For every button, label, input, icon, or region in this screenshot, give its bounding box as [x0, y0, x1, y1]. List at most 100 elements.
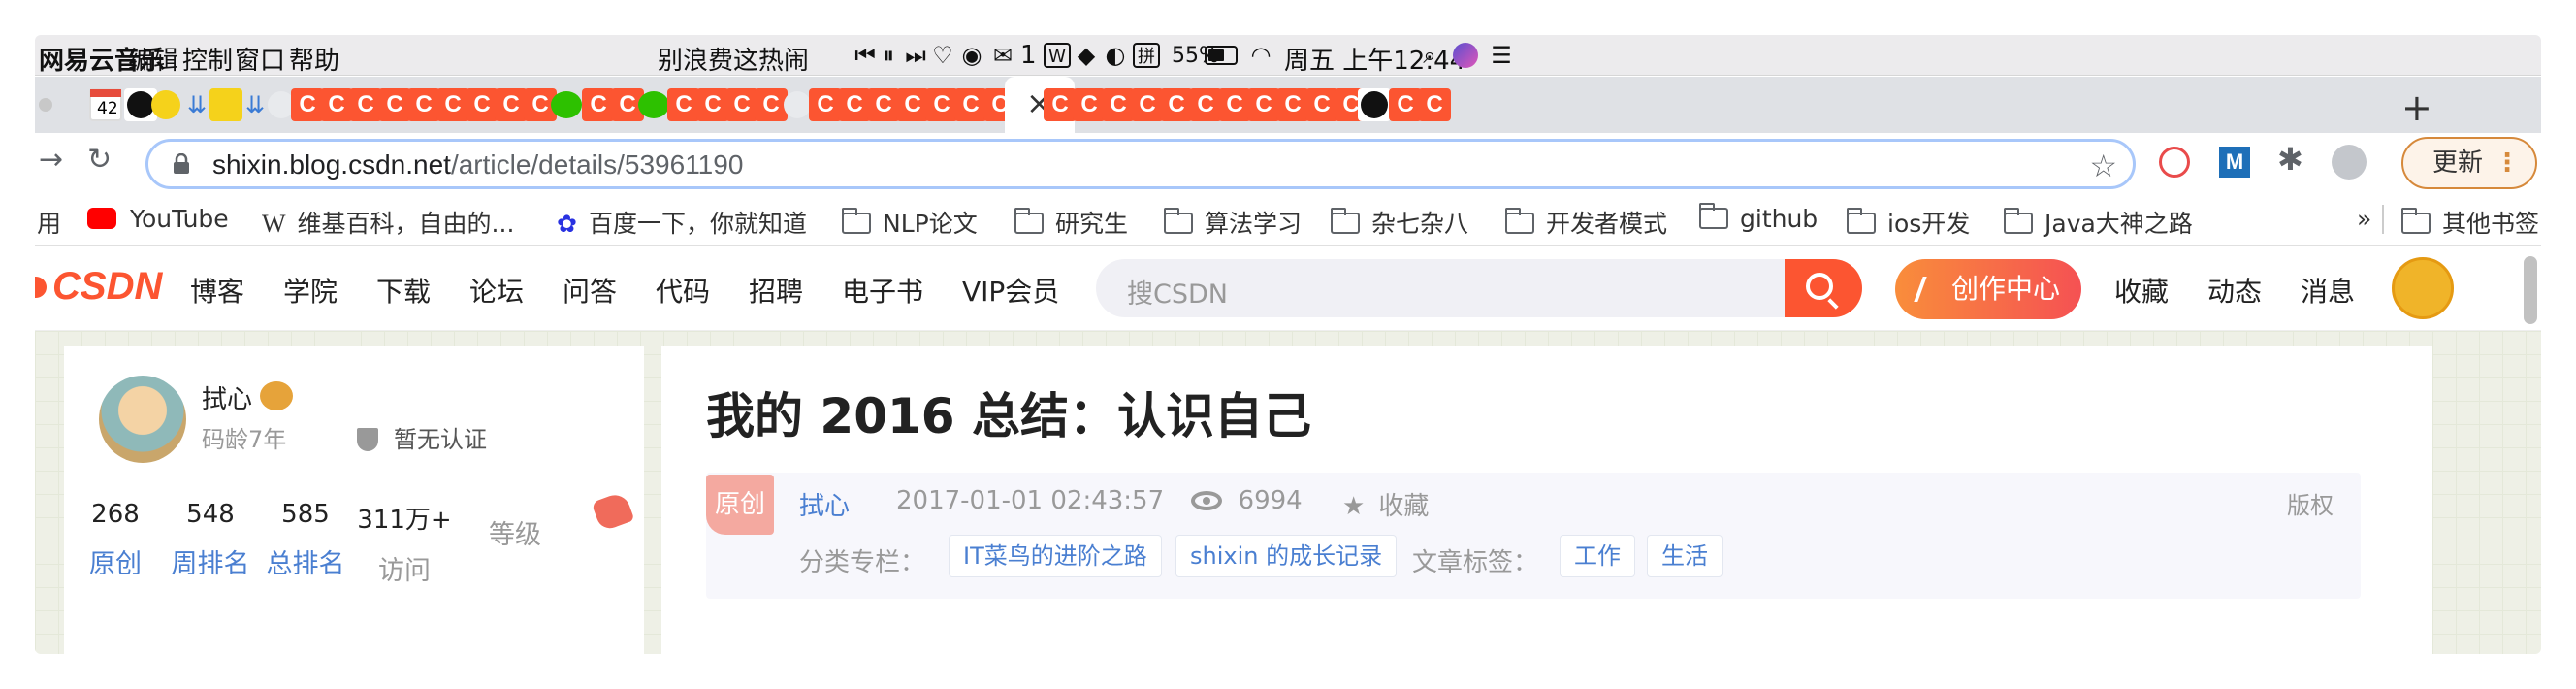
- wifi-icon[interactable]: ◠: [1247, 43, 1274, 68]
- bookmark-wikipedia[interactable]: W 维基百科，自由的...: [262, 205, 514, 240]
- menu-control[interactable]: 控制: [182, 41, 233, 77]
- pause-icon[interactable]: ⏸: [875, 43, 902, 68]
- csdn-tab[interactable]: C: [954, 88, 987, 121]
- more-menu-icon[interactable]: ⋮: [2495, 139, 2520, 187]
- csdn-tab[interactable]: C: [838, 88, 871, 121]
- category-tag[interactable]: shixin 的成长记录: [1175, 535, 1398, 577]
- github-tab[interactable]: [1358, 88, 1391, 121]
- csdn-tab[interactable]: C: [1305, 88, 1338, 121]
- nav-vip[interactable]: VIP会员: [962, 271, 1059, 310]
- article-author[interactable]: 拭心: [799, 486, 850, 522]
- csdn-tab[interactable]: C: [349, 88, 382, 121]
- favorite-button[interactable]: ★ 收藏: [1342, 486, 1429, 522]
- bookmark-folder-nlp[interactable]: NLP论文: [842, 205, 978, 240]
- bookmark-baidu[interactable]: ✿ 百度一下，你就知道: [557, 205, 807, 240]
- csdn-tab[interactable]: C: [1160, 88, 1193, 121]
- nav-blog[interactable]: 博客: [190, 271, 244, 310]
- forward-arrow-icon[interactable]: →: [39, 143, 63, 177]
- stat-weekly-rank[interactable]: 548 周排名: [157, 500, 264, 580]
- csdn-tab[interactable]: C: [1073, 88, 1106, 121]
- create-center-button[interactable]: 创作中心: [1895, 259, 2081, 319]
- csdn-search-box[interactable]: 搜CSDN: [1096, 259, 1862, 317]
- nav-ebook[interactable]: 电子书: [842, 271, 923, 310]
- smiley-tab[interactable]: [151, 90, 180, 119]
- menu-window[interactable]: 窗口: [235, 41, 285, 77]
- window-control-dot[interactable]: [39, 98, 52, 112]
- category-tag[interactable]: IT菜鸟的进阶之路: [949, 535, 1162, 577]
- csdn-tab[interactable]: C: [1218, 88, 1251, 121]
- csdn-tab[interactable]: C: [867, 88, 900, 121]
- csdn-tab[interactable]: C: [466, 88, 499, 121]
- stat-total-rank[interactable]: 585 总排名: [252, 500, 359, 580]
- download-tab[interactable]: ⇊: [180, 88, 213, 121]
- csdn-tab[interactable]: C: [1276, 88, 1309, 121]
- netease-music-icon[interactable]: ◉: [958, 43, 985, 68]
- bookmarks-overflow-icon[interactable]: »: [2357, 205, 2371, 233]
- csdn-tab[interactable]: C: [1044, 88, 1077, 121]
- csdn-tab[interactable]: C: [1131, 88, 1164, 121]
- csdn-logo[interactable]: CSDN: [52, 265, 162, 309]
- article-tag[interactable]: 生活: [1647, 535, 1723, 577]
- menu-edit[interactable]: 编辑: [128, 41, 178, 77]
- csdn-tab[interactable]: C: [809, 88, 842, 121]
- nav-forum[interactable]: 论坛: [469, 271, 524, 310]
- csdn-tab[interactable]: C: [1418, 88, 1451, 121]
- copyright-link[interactable]: 版权: [2287, 486, 2334, 520]
- wechat-tab[interactable]: [638, 91, 669, 118]
- bookmark-folder-ios[interactable]: ios开发: [1847, 205, 1970, 240]
- csdn-tab[interactable]: C: [667, 88, 700, 121]
- csdn-tab[interactable]: C: [1247, 88, 1280, 121]
- globe-tab[interactable]: [784, 91, 811, 118]
- control-center-icon[interactable]: ☰: [1488, 43, 1515, 68]
- csdn-tab[interactable]: C: [696, 88, 729, 121]
- menu-help[interactable]: 帮助: [289, 41, 339, 77]
- bookmark-folder-misc[interactable]: 杂七杂八: [1331, 205, 1468, 240]
- search-button[interactable]: [1785, 259, 1862, 317]
- url-text[interactable]: shixin.blog.csdn.net/article/details/539…: [212, 149, 743, 180]
- page-scrollbar[interactable]: [2524, 256, 2537, 324]
- bookmark-folder-devmode[interactable]: 开发者模式: [1505, 205, 1667, 240]
- bookmark-folder-java[interactable]: Java大神之路: [2004, 205, 2193, 240]
- input-method-icon[interactable]: 拼: [1133, 43, 1160, 68]
- nav-code[interactable]: 代码: [656, 271, 710, 310]
- nav-academy[interactable]: 学院: [283, 271, 338, 310]
- siri-icon[interactable]: [1453, 43, 1478, 68]
- extension-m-icon[interactable]: M: [2219, 147, 2250, 178]
- extension-record-icon[interactable]: [2159, 147, 2190, 178]
- csdn-tab[interactable]: C: [925, 88, 958, 121]
- csdn-tab[interactable]: C: [407, 88, 440, 121]
- wechat-tab[interactable]: [551, 91, 582, 118]
- update-button[interactable]: 更新 ⋮: [2401, 137, 2537, 189]
- nav-qa[interactable]: 问答: [563, 271, 617, 310]
- bookmark-youtube[interactable]: YouTube: [87, 205, 229, 233]
- calendar-tab[interactable]: 42: [89, 88, 122, 121]
- csdn-tab[interactable]: C: [755, 88, 788, 121]
- csdn-tab[interactable]: C: [582, 88, 615, 121]
- address-bar[interactable]: shixin.blog.csdn.net/article/details/539…: [145, 139, 2136, 189]
- bookmark-folder-algorithms[interactable]: 算法学习: [1164, 205, 1302, 240]
- bookmark-star-icon[interactable]: ☆: [2089, 148, 2117, 184]
- csdn-tab[interactable]: C: [291, 88, 324, 121]
- nav-jobs[interactable]: 招聘: [749, 271, 803, 310]
- battery-icon[interactable]: [1205, 46, 1238, 65]
- bookmark-folder-other[interactable]: 其他书签: [2401, 205, 2539, 240]
- csdn-tab[interactable]: C: [378, 88, 411, 121]
- new-tab-button[interactable]: +: [2401, 86, 2432, 129]
- bookmark-folder-github[interactable]: github: [1699, 203, 1818, 233]
- nav-favorites[interactable]: 收藏: [2114, 271, 2169, 310]
- nav-download[interactable]: 下载: [376, 271, 431, 310]
- photos-icon[interactable]: ◐: [1102, 43, 1129, 68]
- download-tab-2[interactable]: ⇊: [239, 88, 272, 121]
- reload-icon[interactable]: ↻: [87, 143, 112, 177]
- evernote-icon[interactable]: ◆: [1073, 43, 1100, 68]
- user-avatar[interactable]: [2392, 257, 2454, 319]
- extensions-puzzle-icon[interactable]: ✱: [2277, 141, 2303, 178]
- yellow-site-tab[interactable]: [209, 88, 242, 121]
- author-name[interactable]: 拭心: [202, 379, 252, 415]
- stat-original[interactable]: 268 原创: [62, 500, 169, 580]
- csdn-tab[interactable]: C: [725, 88, 758, 121]
- author-avatar[interactable]: [99, 376, 186, 463]
- csdn-tab[interactable]: C: [320, 88, 353, 121]
- spotlight-search-icon[interactable]: ⌕: [1416, 43, 1443, 68]
- csdn-tab[interactable]: C: [1189, 88, 1222, 121]
